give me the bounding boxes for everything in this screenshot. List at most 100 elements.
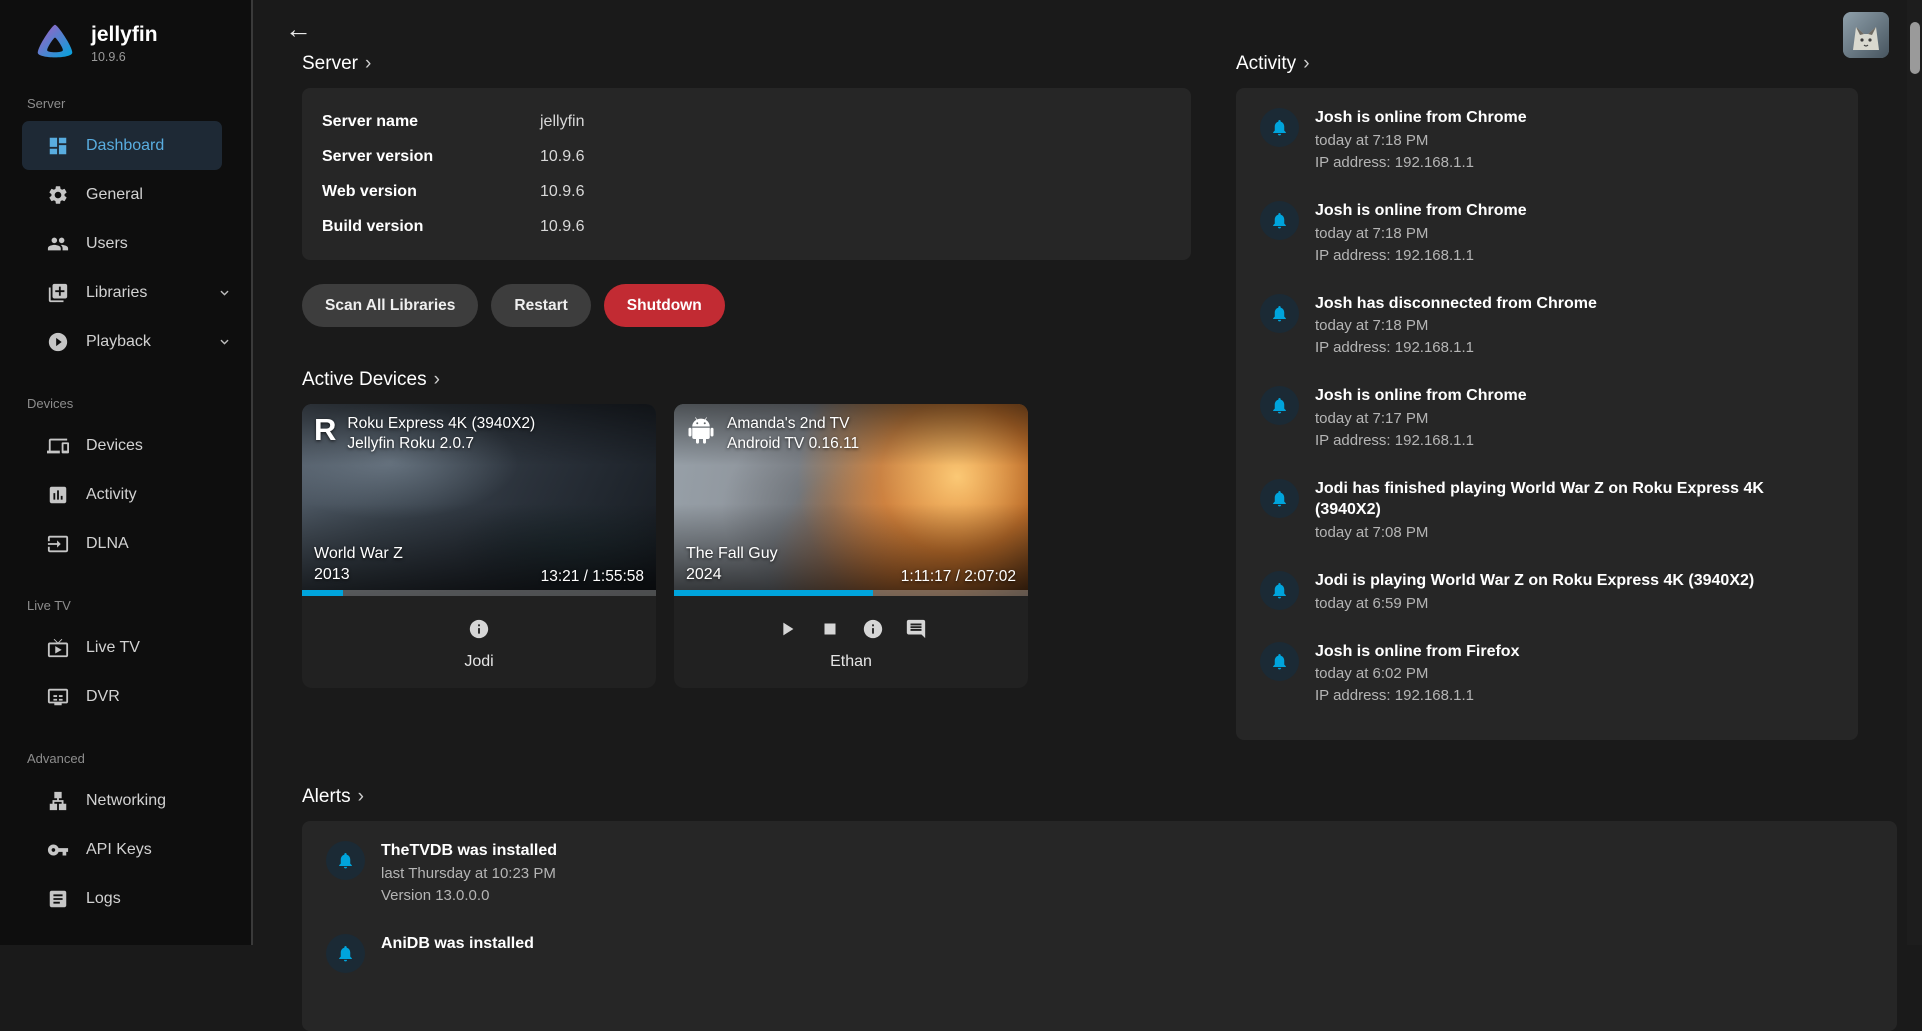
section-title: Active Devices [302,369,427,391]
media-title: The Fall Guy [686,543,778,565]
main-content: ← Server › Server name jellyfin Server v… [255,0,1907,945]
sidebar-item-label: Users [86,235,128,253]
back-button[interactable]: ← [285,16,312,43]
device-card-android-tv[interactable]: Amanda's 2nd TV Android TV 0.16.11 The F… [674,404,1028,688]
activity-time: today at 7:18 PM [1315,130,1527,151]
sidebar-item-live-tv[interactable]: Live TV [0,623,251,672]
activity-title: Josh has disconnected from Chrome [1315,294,1597,315]
sidebar-item-devices[interactable]: Devices [0,421,251,470]
bell-badge [1260,571,1299,610]
active-devices-heading[interactable]: Active Devices › [302,369,1191,391]
activity-card: Josh is online from Chrome today at 7:18… [1236,88,1858,740]
server-info-row: Web version 10.9.6 [322,174,1171,209]
activity-heading[interactable]: Activity › [1236,53,1858,75]
page-scrollbar-thumb[interactable] [1910,22,1920,74]
dvr-icon [47,686,69,708]
dlna-icon [47,533,69,555]
activity-title: Josh is online from Chrome [1315,386,1527,407]
scan-all-libraries-button[interactable]: Scan All Libraries [302,284,478,327]
activity-item-text: Jodi is playing World War Z on Roku Expr… [1315,571,1754,614]
shutdown-button[interactable]: Shutdown [604,284,725,327]
sidebar-item-dlna[interactable]: DLNA [0,519,251,568]
alert-detail: Version 13.0.0.0 [381,885,557,906]
network-icon [47,790,69,812]
media-year: 2024 [686,564,778,586]
section-title: Activity [1236,53,1296,75]
live-tv-icon [47,637,69,659]
device-cards: R Roku Express 4K (3940X2) Jellyfin Roku… [302,404,1191,688]
sidebar-item-api-keys[interactable]: API Keys [0,825,251,874]
logs-icon [47,888,69,910]
sidebar-item-playback[interactable]: Playback [0,317,251,366]
bell-badge [1260,386,1299,425]
sidebar-item-users[interactable]: Users [0,219,251,268]
devices-icon [47,435,69,457]
playback-progress-track [674,590,1028,596]
sidebar-item-label: Devices [86,437,143,455]
alerts-heading[interactable]: Alerts › [302,786,1897,808]
activity-time: today at 7:18 PM [1315,315,1597,336]
sidebar-item-label: General [86,186,143,204]
send-message-button[interactable] [905,618,927,640]
sidebar-item-dvr[interactable]: DVR [0,672,251,721]
sidebar-item-networking[interactable]: Networking [0,776,251,825]
bell-icon [1270,581,1289,600]
bell-icon [1270,652,1289,671]
sidebar: jellyfin 10.9.6 Server Dashboard General… [0,0,253,945]
bell-badge [1260,479,1299,518]
info-button[interactable] [862,618,884,640]
info-value: 10.9.6 [540,148,584,166]
activity-title: Jodi has finished playing World War Z on… [1315,479,1834,521]
app-version: 10.9.6 [91,50,158,64]
stop-button[interactable] [819,618,841,640]
bell-badge [1260,294,1299,333]
sidebar-item-libraries[interactable]: Libraries [0,268,251,317]
user-avatar[interactable] [1843,12,1889,58]
device-controls [302,618,656,640]
alerts-card: TheTVDB was installed last Thursday at 1… [302,821,1897,1031]
restart-button[interactable]: Restart [491,284,590,327]
server-section-heading[interactable]: Server › [302,53,1191,75]
session-user: Ethan [674,653,1028,671]
media-title-block: World War Z 2013 [314,543,403,586]
playback-time: 1:11:17 / 2:07:02 [901,568,1016,586]
sidebar-item-label: Dashboard [86,137,164,155]
info-button[interactable] [468,618,490,640]
sidebar-item-label: Activity [86,486,137,504]
now-playing-backdrop: R Roku Express 4K (3940X2) Jellyfin Roku… [302,404,656,596]
info-icon [468,618,490,640]
sidebar-item-general[interactable]: General [0,170,251,219]
section-title: Server [302,53,358,75]
users-icon [47,233,69,255]
activity-chart-icon [47,484,69,506]
device-header-text: Amanda's 2nd TV Android TV 0.16.11 [727,414,859,455]
activity-time: today at 7:18 PM [1315,223,1527,244]
play-button[interactable] [776,618,798,640]
page-scrollbar-track[interactable] [1907,0,1922,945]
sidebar-item-label: Playback [86,333,151,351]
dashboard-columns: Server › Server name jellyfin Server ver… [255,43,1907,740]
activity-item-text: Josh is online from Firefox today at 6:0… [1315,642,1519,707]
info-value: 10.9.6 [540,183,584,201]
activity-item-text: Josh is online from Chrome today at 7:18… [1315,108,1527,173]
now-playing-info: The Fall Guy 2024 1:11:17 / 2:07:02 [674,543,1028,586]
device-card-roku[interactable]: R Roku Express 4K (3940X2) Jellyfin Roku… [302,404,656,688]
alert-item-text: AniDB was installed [381,934,534,973]
bell-badge [1260,642,1299,681]
sidebar-item-dashboard[interactable]: Dashboard [22,121,222,170]
bell-icon [1270,304,1289,323]
sidebar-item-logs[interactable]: Logs [0,874,251,923]
playback-progress-track [302,590,656,596]
stop-icon [819,618,841,640]
app-name: jellyfin [91,23,158,47]
activity-detail: IP address: 192.168.1.1 [1315,685,1519,706]
info-label: Server version [322,148,540,166]
playback-progress-fill [302,590,343,596]
chevron-down-icon [216,284,233,301]
sidebar-item-activity[interactable]: Activity [0,470,251,519]
chevron-right-icon: › [365,53,371,75]
chevron-right-icon: › [434,369,440,391]
key-icon [47,839,69,861]
playback-time: 13:21 / 1:55:58 [541,568,644,586]
activity-title: Josh is online from Firefox [1315,642,1519,663]
